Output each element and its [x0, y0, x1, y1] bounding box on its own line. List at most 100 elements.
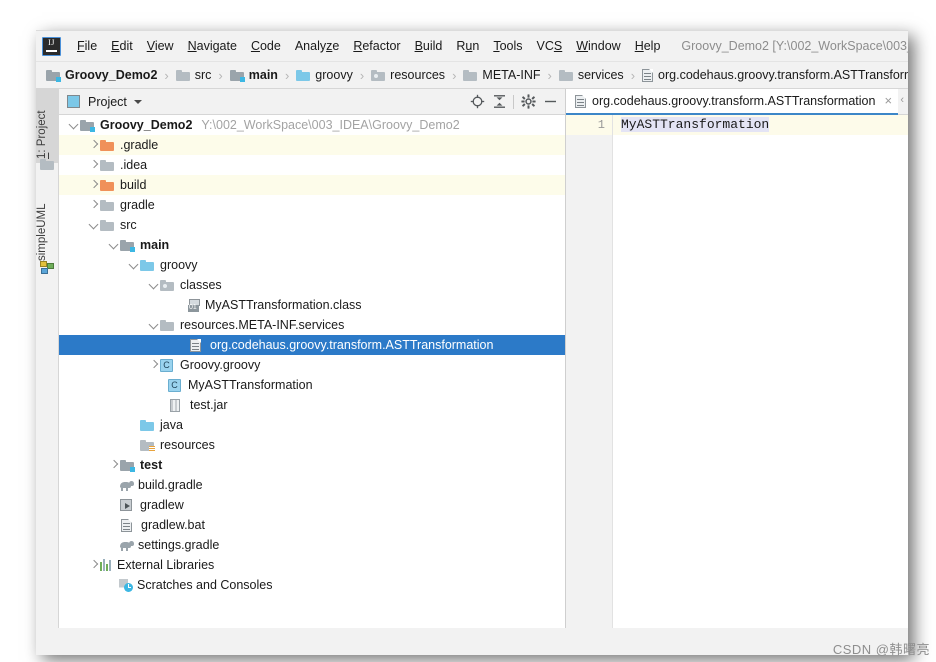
- tree-label: test: [140, 458, 163, 472]
- chevron-down-icon[interactable]: [147, 315, 160, 335]
- tree-label: resources: [160, 438, 215, 452]
- breadcrumb-item-resources[interactable]: resources: [371, 68, 445, 82]
- tree-row-groovy-demo2[interactable]: Groovy_Demo2 Y:\002_WorkSpace\003_IDEA\G…: [59, 115, 565, 135]
- tree-row-build[interactable]: build: [59, 175, 565, 195]
- module-folder-icon: [120, 459, 136, 472]
- menu-item-file[interactable]: File: [70, 37, 104, 55]
- tree-label: resources.META-INF.services: [180, 318, 345, 332]
- tree-label: java: [160, 418, 183, 432]
- tree-row-classes[interactable]: classes: [59, 275, 565, 295]
- project-tool-window: Project Groovy_Demo2 Y:\002_WorkSpace\00…: [59, 89, 566, 628]
- tree-row-gradlew[interactable]: gradlew: [59, 495, 565, 515]
- breadcrumb-item-groovy-demo2[interactable]: Groovy_Demo2: [46, 68, 157, 82]
- breadcrumb: Groovy_Demo2 › src › main › groovy › res…: [36, 62, 908, 89]
- tree-row-ast-transformation-file[interactable]: org.codehaus.groovy.transform.ASTTransfo…: [59, 335, 565, 355]
- editor-tab-label: org.codehaus.groovy.transform.ASTTransfo…: [592, 94, 876, 108]
- menu-item-view[interactable]: View: [140, 37, 181, 55]
- tree-row-external-libraries[interactable]: External Libraries: [59, 555, 565, 575]
- tree-label: test.jar: [190, 398, 228, 412]
- tree-row-java[interactable]: java: [59, 415, 565, 435]
- tree-label: External Libraries: [117, 558, 215, 572]
- menu-item-refactor[interactable]: Refactor: [346, 37, 407, 55]
- blue-folder-icon: [296, 69, 311, 81]
- menu-item-navigate[interactable]: Navigate: [181, 37, 244, 55]
- breadcrumb-label: META-INF: [482, 68, 541, 82]
- class-file-icon: 01: [188, 298, 201, 312]
- gear-icon[interactable]: [517, 91, 539, 113]
- chevron-right-icon[interactable]: [87, 195, 100, 215]
- menu-item-tools[interactable]: Tools: [486, 37, 529, 55]
- chevron-right-icon[interactable]: [87, 555, 100, 575]
- tree-row-main[interactable]: main: [59, 235, 565, 255]
- sidebar-tab-simpleuml[interactable]: simpleUML: [36, 183, 58, 265]
- scroll-from-source-icon[interactable]: [466, 91, 488, 113]
- excluded-folder-icon: [100, 139, 116, 151]
- project-tree[interactable]: Groovy_Demo2 Y:\002_WorkSpace\003_IDEA\G…: [59, 115, 565, 628]
- tree-row-test[interactable]: test: [59, 455, 565, 475]
- tree-label: org.codehaus.groovy.transform.ASTTransfo…: [210, 338, 494, 352]
- menu-item-vcs[interactable]: VCS: [530, 37, 570, 55]
- chevron-down-icon[interactable]: [67, 115, 80, 135]
- chevron-right-icon[interactable]: [147, 355, 160, 375]
- chevron-down-icon[interactable]: [87, 215, 100, 235]
- chevron-down-icon[interactable]: [127, 255, 140, 275]
- chevron-down-icon[interactable]: [133, 99, 142, 104]
- folder-icon: [558, 69, 573, 81]
- menu-item-window[interactable]: Window: [569, 37, 627, 55]
- tree-row-gradlew-bat[interactable]: gradlew.bat: [59, 515, 565, 535]
- menu-item-build[interactable]: Build: [408, 37, 450, 55]
- tree-row-resources[interactable]: resources: [59, 435, 565, 455]
- resource-root-icon: [140, 439, 156, 452]
- tree-row-settings-gradle[interactable]: settings.gradle: [59, 535, 565, 555]
- tree-label: settings.gradle: [138, 538, 220, 552]
- breadcrumb-item-groovy[interactable]: groovy: [296, 68, 353, 82]
- tree-label: Scratches and Consoles: [137, 578, 273, 592]
- editor-gutter[interactable]: 1: [566, 115, 613, 628]
- editor-tab-ast-transformation[interactable]: org.codehaus.groovy.transform.ASTTransfo…: [566, 89, 899, 115]
- folder-icon: [100, 219, 116, 231]
- scratches-icon: [119, 578, 133, 592]
- breadcrumb-item-src[interactable]: src: [175, 68, 211, 82]
- menu-item-analyze[interactable]: Analyze: [288, 37, 346, 55]
- collapse-all-icon[interactable]: [488, 91, 510, 113]
- tree-row-dot-gradle[interactable]: .gradle: [59, 135, 565, 155]
- code-line-1: MyASTTransformation: [621, 117, 770, 132]
- chevron-down-icon[interactable]: [107, 235, 120, 255]
- menu-item-code[interactable]: Code: [244, 37, 288, 55]
- tree-row-resources-meta-inf-services[interactable]: resources.META-INF.services: [59, 315, 565, 335]
- tree-row-scratches-and-consoles[interactable]: Scratches and Consoles: [59, 575, 565, 595]
- breadcrumb-separator: ›: [547, 67, 552, 83]
- tree-row-myasttransformation[interactable]: C MyASTTransformation: [59, 375, 565, 395]
- sidebar-tab-project[interactable]: 1: Project: [36, 89, 58, 163]
- chevron-right-icon[interactable]: [87, 175, 100, 195]
- code-content[interactable]: MyASTTransformation: [613, 115, 908, 628]
- menu-item-edit[interactable]: Edit: [104, 37, 140, 55]
- breadcrumb-item-main[interactable]: main: [229, 68, 278, 82]
- chevron-left-icon[interactable]: ‹: [900, 94, 904, 106]
- tree-label: src: [120, 218, 137, 232]
- tree-row-dot-idea[interactable]: .idea: [59, 155, 565, 175]
- chevron-right-icon[interactable]: [107, 455, 120, 475]
- code-editor[interactable]: 1 MyASTTransformation: [566, 115, 908, 628]
- breadcrumb-item-ast-file[interactable]: org.codehaus.groovy.transform.ASTTransfo…: [642, 68, 908, 82]
- breadcrumb-item-services[interactable]: services: [558, 68, 624, 82]
- groovy-class-icon: C: [168, 378, 184, 392]
- close-icon[interactable]: ×: [884, 94, 892, 107]
- tree-row-gradle[interactable]: gradle: [59, 195, 565, 215]
- chevron-right-icon[interactable]: [87, 155, 100, 175]
- tree-row-groovy-groovy[interactable]: C Groovy.groovy: [59, 355, 565, 375]
- chevron-down-icon[interactable]: [147, 275, 160, 295]
- tree-label: gradle: [120, 198, 155, 212]
- tree-label: classes: [180, 278, 222, 292]
- menu-item-help[interactable]: Help: [628, 37, 668, 55]
- tree-row-src[interactable]: src: [59, 215, 565, 235]
- breadcrumb-item-meta-inf[interactable]: META-INF: [463, 68, 541, 82]
- hide-icon[interactable]: [539, 91, 561, 113]
- tree-row-build-gradle[interactable]: build.gradle: [59, 475, 565, 495]
- tree-row-groovy[interactable]: groovy: [59, 255, 565, 275]
- menu-item-run[interactable]: Run: [449, 37, 486, 55]
- chevron-right-icon[interactable]: [87, 135, 100, 155]
- panel-title: Project: [88, 94, 127, 109]
- tree-row-test-jar[interactable]: test.jar: [59, 395, 565, 415]
- tree-row-myasttransformation-class[interactable]: 01 MyASTTransformation.class: [59, 295, 565, 315]
